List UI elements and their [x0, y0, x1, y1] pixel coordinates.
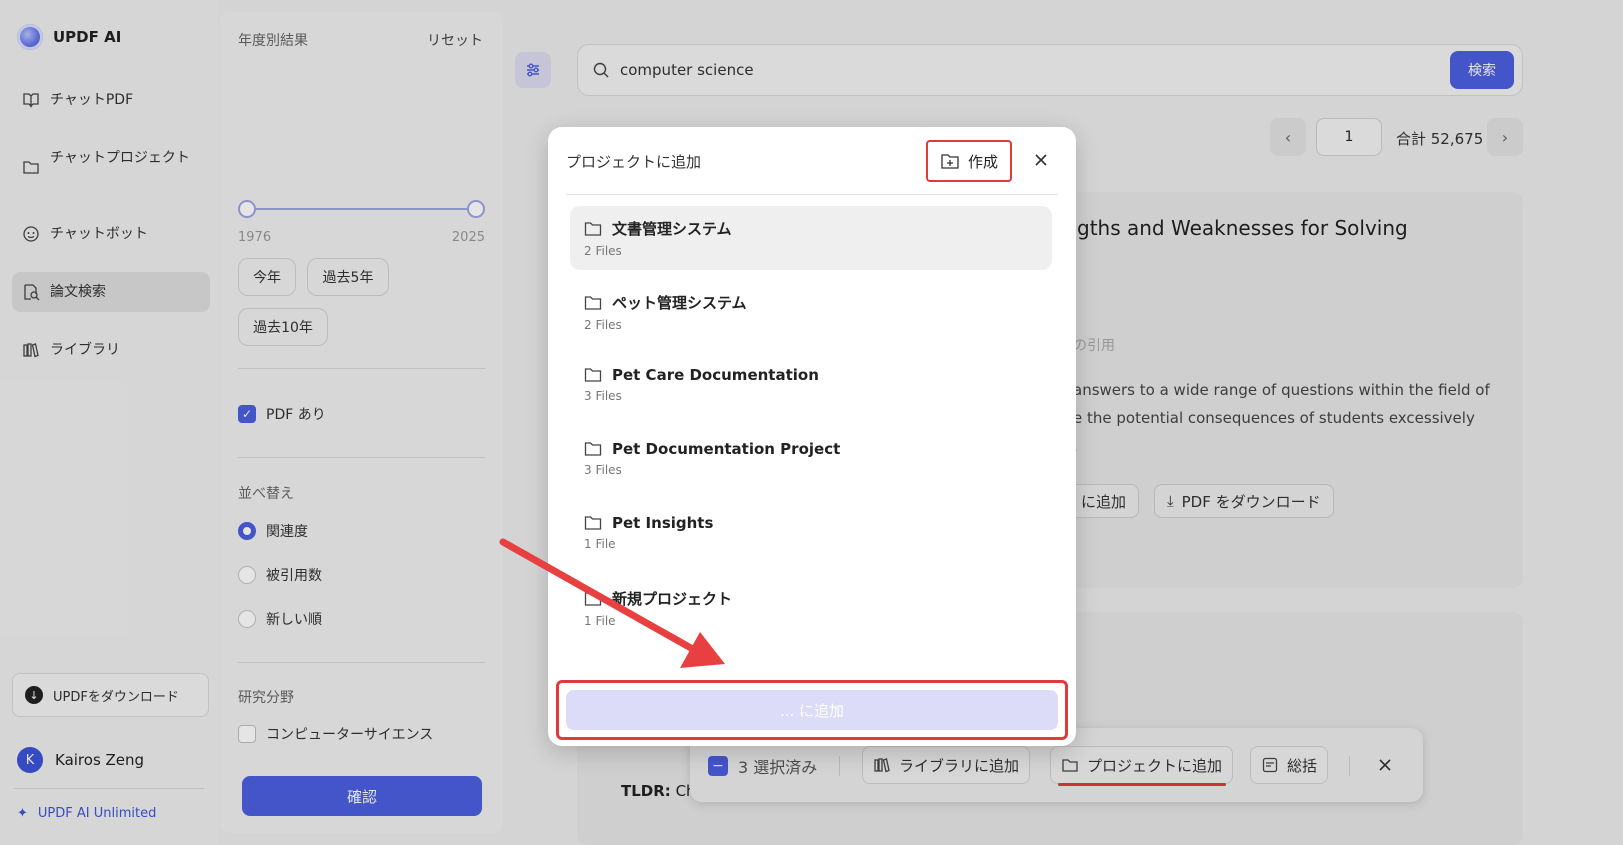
project-name: ペット管理システム: [612, 294, 747, 312]
folder-plus-icon: [941, 154, 959, 169]
project-file-count: 2 Files: [584, 244, 622, 258]
project-item[interactable]: 文書管理システム 2 Files: [570, 206, 1052, 270]
folder-icon: [584, 591, 602, 606]
create-project-label: 作成: [967, 152, 998, 171]
project-file-count: 2 Files: [584, 318, 622, 332]
close-icon: [1035, 154, 1047, 166]
folder-icon: [584, 295, 602, 310]
project-item[interactable]: Pet Care Documentation 3 Files: [570, 354, 1052, 418]
project-item[interactable]: 新規プロジェクト 1 File: [570, 576, 1052, 640]
create-project-button[interactable]: 作成: [926, 140, 1012, 182]
project-name: Pet Insights: [612, 514, 714, 532]
dialog-title: プロジェクトに追加: [566, 153, 702, 171]
project-name: 文書管理システム: [612, 220, 732, 238]
project-file-count: 3 Files: [584, 463, 622, 477]
project-name: Pet Care Documentation: [612, 366, 819, 384]
project-item[interactable]: Pet Insights 1 File: [570, 502, 1052, 566]
folder-icon: [584, 368, 602, 382]
project-file-count: 1 File: [584, 614, 616, 628]
project-item[interactable]: ペット管理システム 2 Files: [570, 280, 1052, 344]
project-name: 新規プロジェクト: [612, 590, 733, 608]
project-file-count: 1 File: [584, 537, 616, 551]
folder-icon: [584, 442, 602, 456]
annotation-highlight-box: ... に追加: [556, 680, 1068, 740]
folder-icon: [584, 516, 602, 530]
add-to-project-dialog: プロジェクトに追加 作成 文書管理システム 2 Files ペット管理システム …: [548, 127, 1076, 746]
folder-icon: [584, 221, 602, 236]
close-dialog-button[interactable]: [1026, 145, 1056, 175]
project-name: Pet Documentation Project: [612, 440, 841, 458]
add-to-project-confirm-button[interactable]: ... に追加: [566, 690, 1058, 730]
project-file-count: 3 Files: [584, 389, 622, 403]
project-item[interactable]: Pet Documentation Project 3 Files: [570, 428, 1052, 492]
dialog-divider: [566, 194, 1058, 195]
